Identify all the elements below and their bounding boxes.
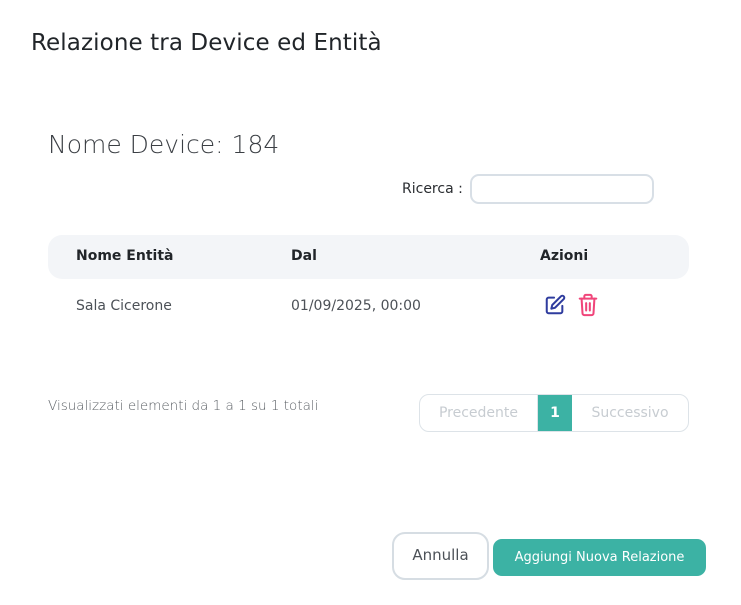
edit-icon	[545, 294, 566, 315]
search-label: Ricerca :	[402, 181, 463, 197]
pagination-info: Visualizzati elementi da 1 a 1 su 1 tota…	[48, 398, 319, 414]
column-header-actions: Azioni	[540, 248, 589, 264]
add-relation-button[interactable]: Aggiungi Nuova Relazione	[493, 539, 706, 576]
table-row: Sala Cicerone 01/09/2025, 00:00	[48, 281, 689, 333]
pagination-prev-button[interactable]: Precedente	[420, 395, 538, 431]
pagination-next-button[interactable]: Successivo	[572, 395, 688, 431]
search-input[interactable]	[469, 174, 654, 204]
table-header: Nome Entità Dal Azioni	[48, 235, 689, 279]
column-header-from[interactable]: Dal	[291, 248, 317, 264]
cell-from: 01/09/2025, 00:00	[291, 298, 421, 314]
pagination: Precedente 1 Successivo	[419, 394, 689, 432]
modal-title: Relazione tra Device ed Entità	[31, 30, 382, 56]
device-title: Nome Device: 184	[48, 130, 280, 159]
cancel-button[interactable]: Annulla	[392, 532, 489, 580]
column-header-entity[interactable]: Nome Entità	[76, 248, 173, 264]
trash-icon	[578, 293, 598, 317]
pagination-page-1[interactable]: 1	[538, 395, 572, 431]
delete-button[interactable]	[576, 293, 600, 317]
search-group: Ricerca :	[402, 172, 654, 206]
row-actions	[543, 293, 600, 317]
cell-entity: Sala Cicerone	[76, 298, 172, 314]
edit-button[interactable]	[543, 293, 567, 317]
